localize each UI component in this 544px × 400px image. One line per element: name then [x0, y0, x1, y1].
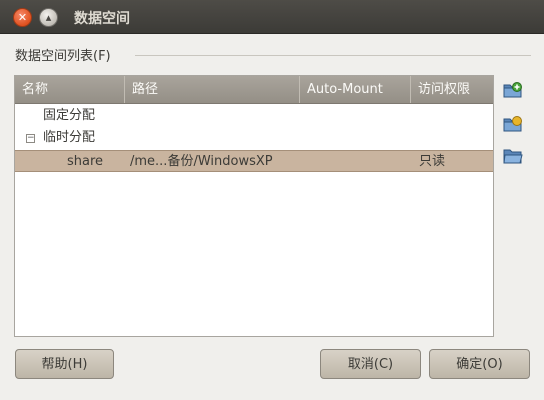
list-item[interactable]: − 临时分配	[15, 127, 493, 149]
ok-button[interactable]: 确定(O)	[429, 349, 530, 379]
column-header-name[interactable]: 名称	[15, 76, 125, 103]
row-name: 临时分配	[43, 130, 96, 145]
row-path: /me...备份/WindowsXP	[130, 154, 273, 169]
group-divider	[135, 55, 531, 56]
cancel-button[interactable]: 取消(C)	[320, 349, 421, 379]
add-share-icon[interactable]	[503, 81, 523, 99]
list-item[interactable]: share /me...备份/WindowsXP 只读	[15, 150, 493, 172]
list-header: 名称 路径 Auto-Mount 访问权限	[15, 76, 493, 104]
collapse-icon[interactable]: −	[26, 134, 35, 143]
close-icon[interactable]: ✕	[13, 8, 32, 27]
remove-share-icon[interactable]	[503, 147, 523, 165]
dialog-window: ✕ ▴ 数据空间 数据空间列表(F) 名称 路径 Auto-Mount 访问权限…	[0, 0, 544, 400]
row-name: share	[67, 154, 104, 169]
list-item[interactable]: 固定分配	[15, 105, 493, 127]
column-header-path[interactable]: 路径	[125, 76, 300, 103]
share-list[interactable]: 名称 路径 Auto-Mount 访问权限 固定分配 − 临时分配 share …	[14, 75, 494, 337]
group-label: 数据空间列表(F)	[15, 49, 111, 64]
minimize-icon[interactable]: ▴	[39, 8, 58, 27]
column-header-auto-mount[interactable]: Auto-Mount	[300, 76, 411, 103]
edit-share-icon[interactable]	[503, 115, 523, 133]
row-access: 只读	[419, 154, 446, 169]
title-bar[interactable]: ✕ ▴ 数据空间	[0, 0, 544, 34]
row-name: 固定分配	[43, 108, 96, 123]
column-header-access[interactable]: 访问权限	[411, 76, 493, 103]
window-title: 数据空间	[74, 11, 130, 27]
help-button[interactable]: 帮助(H)	[15, 349, 114, 379]
